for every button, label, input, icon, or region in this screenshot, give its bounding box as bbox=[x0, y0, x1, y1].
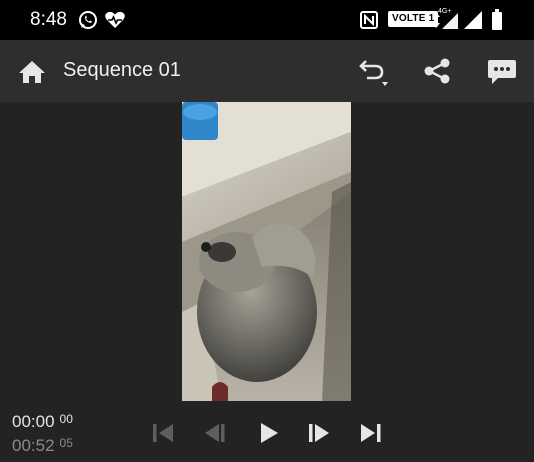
preview-frame-image bbox=[182, 102, 351, 401]
total-time: 00:52 bbox=[12, 436, 55, 455]
video-preview[interactable] bbox=[182, 102, 351, 401]
feedback-icon[interactable] bbox=[485, 54, 519, 88]
current-time: 00:00 bbox=[12, 412, 55, 431]
nfc-icon bbox=[360, 11, 378, 29]
app-bar: Sequence 01 bbox=[0, 40, 534, 102]
signal-icon bbox=[442, 11, 482, 29]
current-timecode: 00:00 00 bbox=[12, 412, 73, 432]
share-icon[interactable] bbox=[420, 54, 454, 88]
heart-app-icon bbox=[105, 11, 125, 29]
sequence-title: Sequence 01 bbox=[63, 59, 181, 81]
skip-to-start-icon[interactable] bbox=[150, 420, 176, 446]
step-back-icon[interactable] bbox=[203, 420, 229, 446]
home-icon[interactable] bbox=[15, 54, 49, 88]
status-bar: 8:48 VOLTE 1 4G+ bbox=[0, 0, 534, 40]
current-frames: 00 bbox=[59, 412, 73, 426]
total-frames: 05 bbox=[59, 436, 73, 450]
step-forward-icon[interactable] bbox=[306, 420, 332, 446]
undo-icon[interactable] bbox=[355, 54, 389, 88]
whatsapp-icon bbox=[79, 11, 97, 29]
total-duration: 00:52 05 bbox=[12, 436, 73, 456]
play-icon[interactable] bbox=[256, 420, 282, 446]
status-time: 8:48 bbox=[30, 9, 67, 30]
volte-icon: VOLTE 1 bbox=[388, 11, 439, 27]
skip-to-end-icon[interactable] bbox=[358, 420, 384, 446]
battery-icon bbox=[492, 9, 502, 30]
